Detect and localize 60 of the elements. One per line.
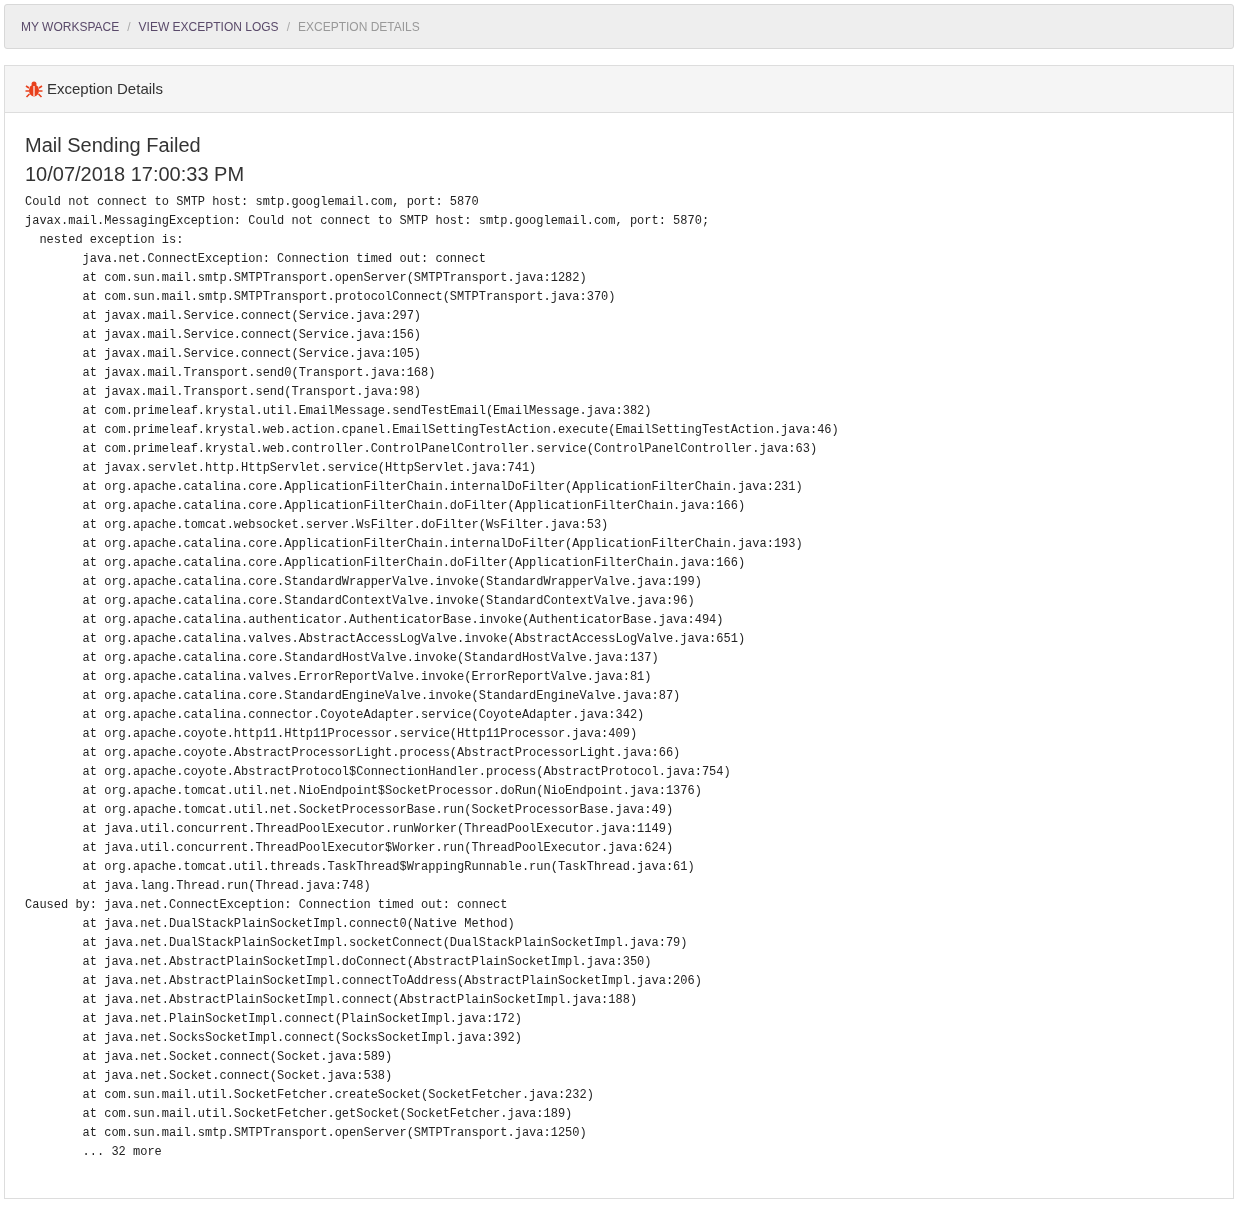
log-line: at org.apache.tomcat.util.net.SocketProcessorBase.run(SocketProcessorBase.java:49) <box>81 802 675 819</box>
log-line: at org.apache.coyote.AbstractProtocol$ConnectionHandler.process(AbstractProtocol.java:754) <box>81 764 732 781</box>
breadcrumb-current: EXCEPTION DETAILS <box>297 18 420 36</box>
log-line: at org.apache.coyote.AbstractProcessorLight.process(AbstractProcessorLight.java:66) <box>81 745 682 762</box>
log-line: javax.mail.MessagingException: Could not connect to SMTP host: smtp.googlemail.com, port: 5870; <box>25 213 711 230</box>
log-line: at com.sun.mail.smtp.SMTPTransport.protocolConnect(SMTPTransport.java:370) <box>81 289 617 306</box>
breadcrumb-link[interactable]: MY WORKSPACE <box>21 17 120 36</box>
log-line: at org.apache.catalina.core.ApplicationFilterChain.internalDoFilter(ApplicationFilterChain.java:231) <box>81 479 804 496</box>
log-line: java.net.ConnectException: Connection timed out: connect <box>81 251 487 268</box>
log-line: at java.net.DualStackPlainSocketImpl.connect0(Native Method) <box>81 916 516 933</box>
log-line: at java.lang.Thread.run(Thread.java:748) <box>81 878 372 895</box>
bug-icon <box>25 80 43 98</box>
log-line: at java.net.AbstractPlainSocketImpl.connectToAddress(AbstractPlainSocketImpl.java:206) <box>81 973 703 990</box>
log-line: at org.apache.catalina.connector.CoyoteAdapter.service(CoyoteAdapter.java:342) <box>81 707 646 724</box>
log-line: at javax.mail.Service.connect(Service.java:105) <box>81 346 423 363</box>
log-line: ... 32 more <box>81 1144 163 1161</box>
log-line: nested exception is: <box>38 232 185 249</box>
log-line: at com.primeleaf.krystal.web.controller.ControlPanelController.service(ControlPanelController.java:63) <box>81 441 819 458</box>
log-line: at java.net.Socket.connect(Socket.java:589) <box>81 1049 394 1066</box>
panel-title: Exception Details <box>47 78 163 99</box>
log-line: at javax.mail.Transport.send(Transport.java:98) <box>81 384 423 401</box>
log-line: at org.apache.tomcat.websocket.server.WsFilter.doFilter(WsFilter.java:53) <box>81 517 610 534</box>
log-line: at org.apache.tomcat.util.threads.TaskThread$WrappingRunnable.run(TaskThread.java:61) <box>81 859 696 876</box>
log-line: at java.net.SocksSocketImpl.connect(SocksSocketImpl.java:392) <box>81 1030 523 1047</box>
log-line: at com.primeleaf.krystal.util.EmailMessage.sendTestEmail(EmailMessage.java:382) <box>81 403 653 420</box>
log-line: at javax.mail.Transport.send0(Transport.java:168) <box>81 365 437 382</box>
log-line: at java.net.DualStackPlainSocketImpl.socketConnect(DualStackPlainSocketImpl.java:79) <box>81 935 689 952</box>
log-line: at java.util.concurrent.ThreadPoolExecutor$Worker.run(ThreadPoolExecutor.java:624) <box>81 840 675 857</box>
log-line: at com.sun.mail.util.SocketFetcher.createSocket(SocketFetcher.java:232) <box>81 1087 595 1104</box>
log-line: at org.apache.catalina.valves.AbstractAccessLogValve.invoke(AbstractAccessLogValve.java:651) <box>81 631 747 648</box>
log-line: Could not connect to SMTP host: smtp.googlemail.com, port: 5870 <box>25 194 480 211</box>
log-line: at org.apache.catalina.valves.ErrorReportValve.invoke(ErrorReportValve.java:81) <box>81 669 653 686</box>
log-line: at org.apache.catalina.core.StandardWrapperValve.invoke(StandardWrapperValve.java:199) <box>81 574 703 591</box>
breadcrumb-link[interactable]: VIEW EXCEPTION LOGS <box>138 17 279 36</box>
log-line: at java.util.concurrent.ThreadPoolExecutor.runWorker(ThreadPoolExecutor.java:1149) <box>81 821 675 838</box>
log-line: at org.apache.catalina.core.StandardContextValve.invoke(StandardContextValve.java:96) <box>81 593 696 610</box>
log-line: at java.net.AbstractPlainSocketImpl.connect(AbstractPlainSocketImpl.java:188) <box>81 992 639 1009</box>
log-line: at java.net.AbstractPlainSocketImpl.doConnect(AbstractPlainSocketImpl.java:350) <box>81 954 653 971</box>
log-line: at org.apache.catalina.core.StandardHostValve.invoke(StandardHostValve.java:137) <box>81 650 660 667</box>
log-line: at com.sun.mail.util.SocketFetcher.getSocket(SocketFetcher.java:189) <box>81 1106 574 1123</box>
log-line: at org.apache.catalina.core.ApplicationFilterChain.doFilter(ApplicationFilterChain.java:166) <box>81 498 747 515</box>
log-line: at org.apache.catalina.core.StandardEngineValve.invoke(StandardEngineValve.java:87) <box>81 688 682 705</box>
exception-title: Mail Sending Failed <box>25 133 202 158</box>
log-line: at javax.servlet.http.HttpServlet.service(HttpServlet.java:741) <box>81 460 538 477</box>
log-line: at java.net.Socket.connect(Socket.java:538) <box>81 1068 394 1085</box>
log-line: at javax.mail.Service.connect(Service.java:297) <box>81 308 423 325</box>
log-line: at org.apache.catalina.authenticator.AuthenticatorBase.invoke(AuthenticatorBase.java:494) <box>81 612 725 629</box>
breadcrumb-separator: / <box>285 18 291 36</box>
log-line: at org.apache.catalina.core.ApplicationFilterChain.doFilter(ApplicationFilterChain.java:166) <box>81 555 747 572</box>
exception-timestamp: 10/07/2018 17:00:33 PM <box>25 162 246 187</box>
log-line: at javax.mail.Service.connect(Service.java:156) <box>81 327 423 344</box>
breadcrumb-separator: / <box>126 18 132 36</box>
log-line: Caused by: java.net.ConnectException: Connection timed out: connect <box>25 897 509 914</box>
log-line: at com.sun.mail.smtp.SMTPTransport.openServer(SMTPTransport.java:1282) <box>81 270 588 287</box>
log-line: at org.apache.tomcat.util.net.NioEndpoint$SocketProcessor.doRun(NioEndpoint.java:1376) <box>81 783 703 800</box>
log-line: at org.apache.coyote.http11.Http11Processor.service(Http11Processor.java:409) <box>81 726 639 743</box>
log-line: at com.sun.mail.smtp.SMTPTransport.openServer(SMTPTransport.java:1250) <box>81 1125 588 1142</box>
log-line: at org.apache.catalina.core.ApplicationFilterChain.internalDoFilter(ApplicationFilterChain.java:193) <box>81 536 804 553</box>
log-line: at java.net.PlainSocketImpl.connect(PlainSocketImpl.java:172) <box>81 1011 523 1028</box>
log-line: at com.primeleaf.krystal.web.action.cpanel.EmailSettingTestAction.execute(EmailSettingTestAction.java:46) <box>81 422 840 439</box>
